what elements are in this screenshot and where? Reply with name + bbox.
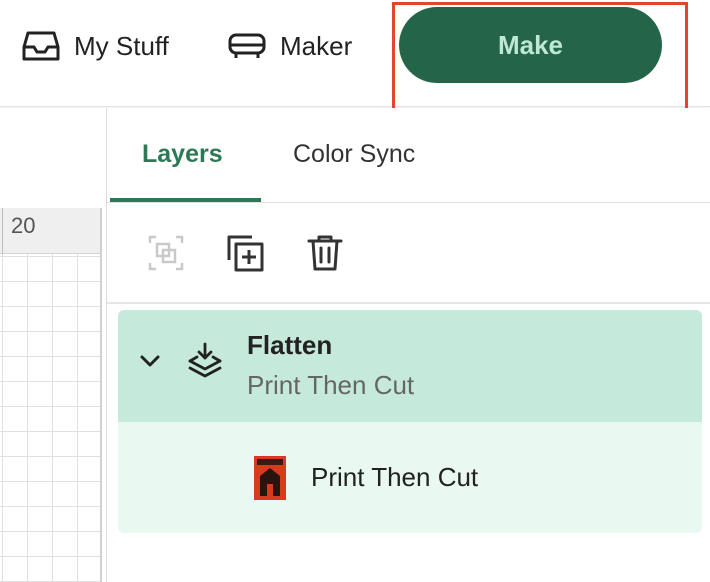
tab-layers[interactable]: Layers	[142, 140, 223, 180]
ruler-tick	[2, 208, 3, 254]
nav-maker-label: Maker	[280, 30, 353, 61]
nav-my-stuff[interactable]: My Stuff	[22, 28, 169, 64]
tab-color-sync[interactable]: Color Sync	[293, 140, 415, 180]
layer-group-title: Flatten	[247, 330, 333, 360]
machine-icon	[228, 33, 266, 58]
group-button[interactable]	[146, 233, 186, 273]
chevron-down-icon[interactable]	[138, 349, 162, 373]
duplicate-button[interactable]	[225, 233, 265, 273]
tray-icon	[22, 31, 60, 61]
nav-my-stuff-label: My Stuff	[74, 30, 169, 61]
delete-button[interactable]	[305, 233, 345, 273]
make-button[interactable]: Make	[399, 7, 662, 83]
canvas-grid[interactable]	[0, 254, 102, 582]
toolbar-divider	[107, 302, 710, 304]
group-icon	[148, 235, 184, 271]
layer-child-label: Print Then Cut	[311, 462, 479, 492]
layer-thumbnail	[254, 456, 286, 500]
duplicate-icon	[227, 235, 264, 272]
ruler-label: 20	[11, 213, 36, 238]
layer-group-subtitle: Print Then Cut	[247, 370, 415, 400]
top-bar: My Stuff Maker Make	[0, 0, 710, 107]
tab-divider	[107, 202, 710, 203]
trash-icon	[307, 235, 343, 271]
flatten-icon	[188, 342, 222, 378]
nav-maker[interactable]: Maker	[228, 28, 352, 64]
